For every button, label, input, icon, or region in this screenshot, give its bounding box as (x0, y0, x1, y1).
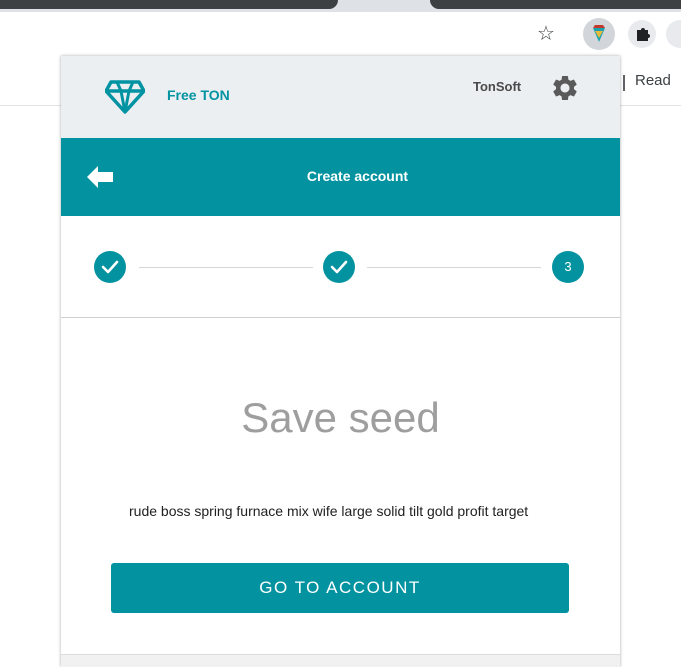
step-2-completed (323, 251, 355, 283)
page-title: Create account (306, 168, 409, 184)
popup-header: Free TON TonSoft (61, 56, 620, 138)
step-connector (139, 267, 313, 268)
network-name[interactable]: TonSoft (473, 79, 521, 94)
browser-tab[interactable] (430, 0, 681, 9)
extension-gem-icon (593, 25, 605, 42)
browser-tabstrip (0, 0, 681, 12)
gear-icon[interactable] (550, 73, 580, 103)
step-connector (367, 267, 541, 268)
go-to-account-button[interactable]: GO TO ACCOUNT (111, 563, 569, 613)
browser-tab[interactable] (0, 0, 338, 9)
bookmarks-separator (623, 75, 625, 91)
reading-list-button[interactable]: Read (635, 72, 671, 89)
step-1-completed (94, 251, 126, 283)
seed-phrase: rude boss spring furnace mix wife large … (129, 503, 529, 519)
puzzle-shape (637, 28, 650, 41)
extension-popup: Free TON TonSoft Create account 3 Save s… (61, 56, 620, 667)
star-icon[interactable]: ☆ (534, 22, 558, 46)
check-icon (101, 260, 119, 274)
brand-name: Free TON (167, 87, 230, 103)
section-title: Save seed (241, 394, 440, 441)
popup-footer (61, 654, 620, 667)
puzzle-icon[interactable] (628, 20, 656, 48)
diamond-logo-icon (105, 80, 145, 114)
app-bar: Create account (61, 138, 620, 216)
free-ton-extension-icon[interactable] (583, 18, 615, 50)
browser-toolbar (0, 12, 681, 60)
save-seed-panel: Save seed rude boss spring furnace mix w… (61, 318, 620, 654)
step-3-active: 3 (552, 251, 584, 283)
check-icon (330, 260, 348, 274)
stepper: 3 (61, 216, 620, 318)
